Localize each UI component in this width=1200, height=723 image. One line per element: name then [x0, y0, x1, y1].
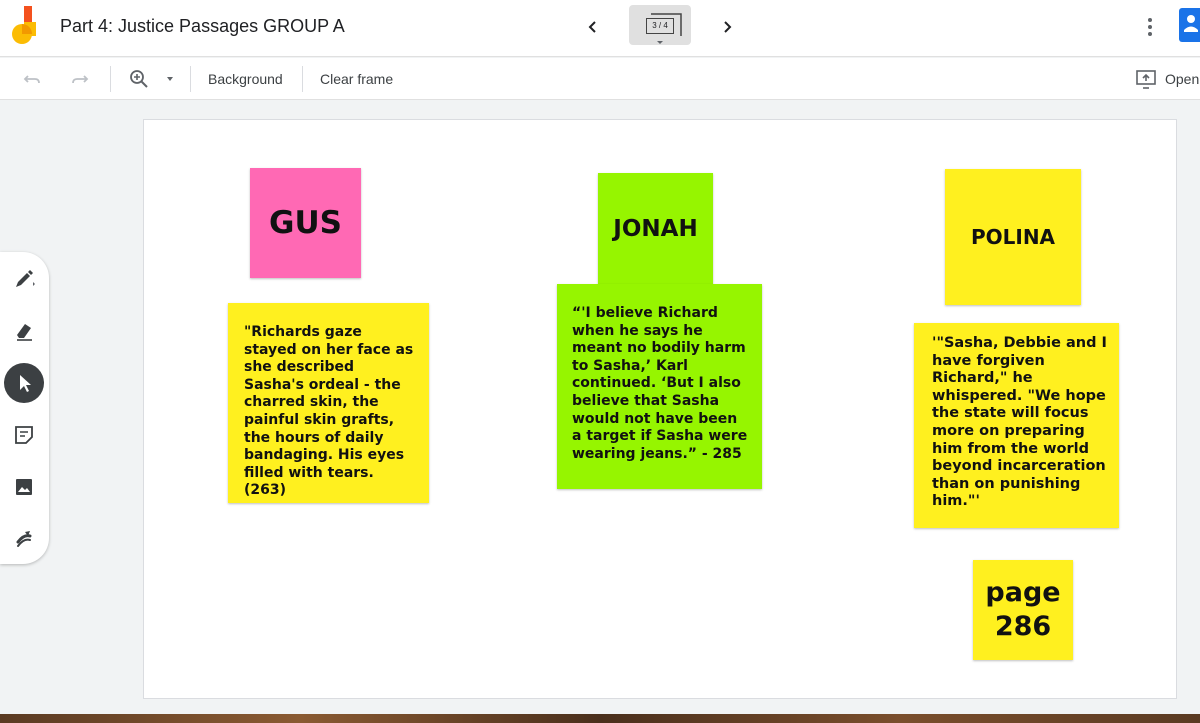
image-icon — [16, 479, 32, 495]
sticky-note-icon — [15, 426, 33, 444]
frame-bar-button[interactable]: 3 / 4 — [629, 5, 691, 45]
zoom-dropdown-button[interactable] — [160, 67, 180, 91]
present-icon-wrap[interactable] — [1134, 67, 1158, 91]
next-frame-button[interactable] — [714, 14, 740, 40]
eraser-tool-button[interactable] — [4, 311, 44, 351]
clear-frame-button[interactable]: Clear frame — [320, 71, 393, 87]
eraser-icon — [17, 324, 32, 341]
frame-count: 3 / 4 — [646, 18, 674, 34]
toolbar-divider — [302, 66, 303, 92]
more-options-button[interactable] — [1140, 14, 1160, 40]
sticky-note-gus[interactable]: GUS — [250, 168, 361, 278]
sticky-note-gus-quote[interactable]: "Richards gaze stayed on her face as she… — [228, 303, 429, 503]
person-add-icon — [1184, 15, 1198, 32]
sticky-note-polina-quote[interactable]: '"Sasha, Debbie and I have forgiven Rich… — [914, 323, 1119, 528]
open-in-button[interactable]: Open — [1165, 71, 1199, 87]
undo-button[interactable] — [20, 67, 44, 91]
jam-canvas[interactable]: GUS "Richards gaze stayed on her face as… — [143, 119, 1177, 699]
sticky-note-page[interactable]: page 286 — [973, 560, 1073, 660]
sticky-note-tool-button[interactable] — [4, 415, 44, 455]
sticky-note-jonah-quote[interactable]: “'I believe Richard when he says he mean… — [557, 284, 762, 489]
pen-tool-button[interactable] — [4, 259, 44, 299]
image-tool-button[interactable] — [4, 467, 44, 507]
laser-icon — [16, 531, 32, 547]
select-tool-button[interactable] — [4, 363, 44, 403]
tool-palette — [0, 252, 49, 564]
pen-icon — [16, 270, 35, 287]
app-header: Part 4: Justice Passages GROUP A 3 / 4 — [0, 0, 1200, 57]
previous-frame-button[interactable] — [580, 14, 606, 40]
toolbar-divider — [110, 66, 111, 92]
chevron-right-icon — [724, 21, 732, 33]
cursor-arrow-icon — [20, 375, 31, 392]
redo-icon — [72, 75, 89, 84]
jamboard-logo — [10, 6, 38, 46]
chevron-left-icon — [588, 21, 596, 33]
more-vert-icon — [1148, 18, 1152, 36]
zoom-in-icon — [130, 70, 148, 88]
document-title[interactable]: Part 4: Justice Passages GROUP A — [60, 16, 345, 37]
toolbar-divider — [190, 66, 191, 92]
sticky-note-polina[interactable]: POLINA — [945, 169, 1081, 305]
toolbar: Background Clear frame Open — [0, 58, 1200, 100]
redo-button[interactable] — [68, 67, 92, 91]
background-button[interactable]: Background — [208, 71, 283, 87]
share-button[interactable] — [1179, 8, 1200, 42]
zoom-button[interactable] — [127, 67, 151, 91]
undo-icon — [23, 75, 40, 84]
sticky-note-jonah[interactable]: JONAH — [598, 173, 713, 285]
desktop-background-strip — [0, 714, 1200, 723]
laser-tool-button[interactable] — [4, 519, 44, 559]
arrow-drop-down-icon — [167, 77, 173, 81]
present-to-all-icon — [1136, 70, 1156, 89]
